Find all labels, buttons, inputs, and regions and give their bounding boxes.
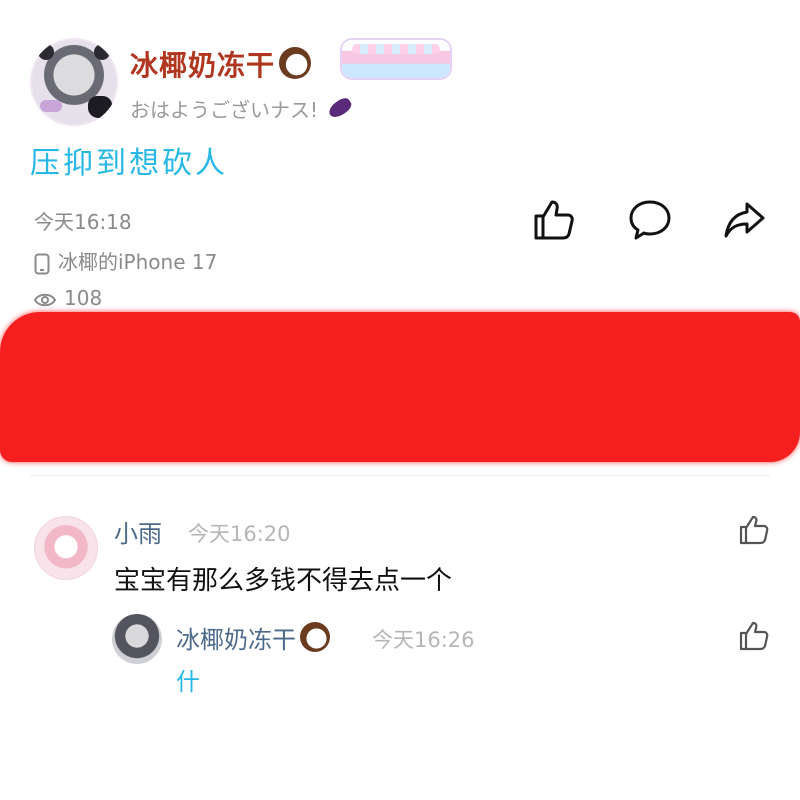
post-device-text: 冰椰的iPhone 17 [58,250,218,274]
comment-like-icon[interactable] [738,514,770,546]
comment-avatar[interactable] [34,516,98,580]
reply-like-icon[interactable] [738,620,770,652]
author-greeting: おはようございナス! [130,94,354,123]
post-time: 今天16:18 [34,210,132,234]
divider [30,475,770,476]
author-name[interactable]: 冰椰奶冻干 [130,44,312,84]
coconut-icon [279,47,312,79]
share-icon[interactable] [722,198,766,242]
reply-avatar[interactable] [112,614,162,664]
comment-text: 宝宝有那么多钱不得去点一个 [114,566,453,596]
post-device: 冰椰的iPhone 17 [34,246,217,275]
reply-time: 今天16:26 [372,628,475,652]
comment-time: 今天16:20 [188,522,291,546]
author-greeting-text: おはようございナス! [130,98,319,122]
comment-icon[interactable] [628,198,672,242]
like-icon[interactable] [532,198,576,242]
avatar-bow [40,100,62,112]
reply-author[interactable]: 冰椰奶冻干 [176,620,330,655]
reply-author-text: 冰椰奶冻干 [176,626,296,654]
eye-icon [34,293,56,306]
author-avatar[interactable] [30,38,118,126]
author-name-text: 冰椰奶冻干 [130,49,276,82]
avatar-ear-left [38,44,54,60]
redaction-block [0,312,800,462]
reply-text: 什 [176,668,200,696]
post-views-count: 108 [64,286,103,310]
avatar-ear-right [94,44,110,60]
phone-icon [34,253,50,274]
post-content: 压抑到想砍人 [30,146,228,181]
coconut-icon [300,622,330,652]
eggplant-icon [326,95,354,121]
decoration-badge [342,40,450,78]
comment-author[interactable]: 小雨 [114,514,162,549]
avatar-cat [88,96,112,118]
post-views: 108 [34,286,102,310]
